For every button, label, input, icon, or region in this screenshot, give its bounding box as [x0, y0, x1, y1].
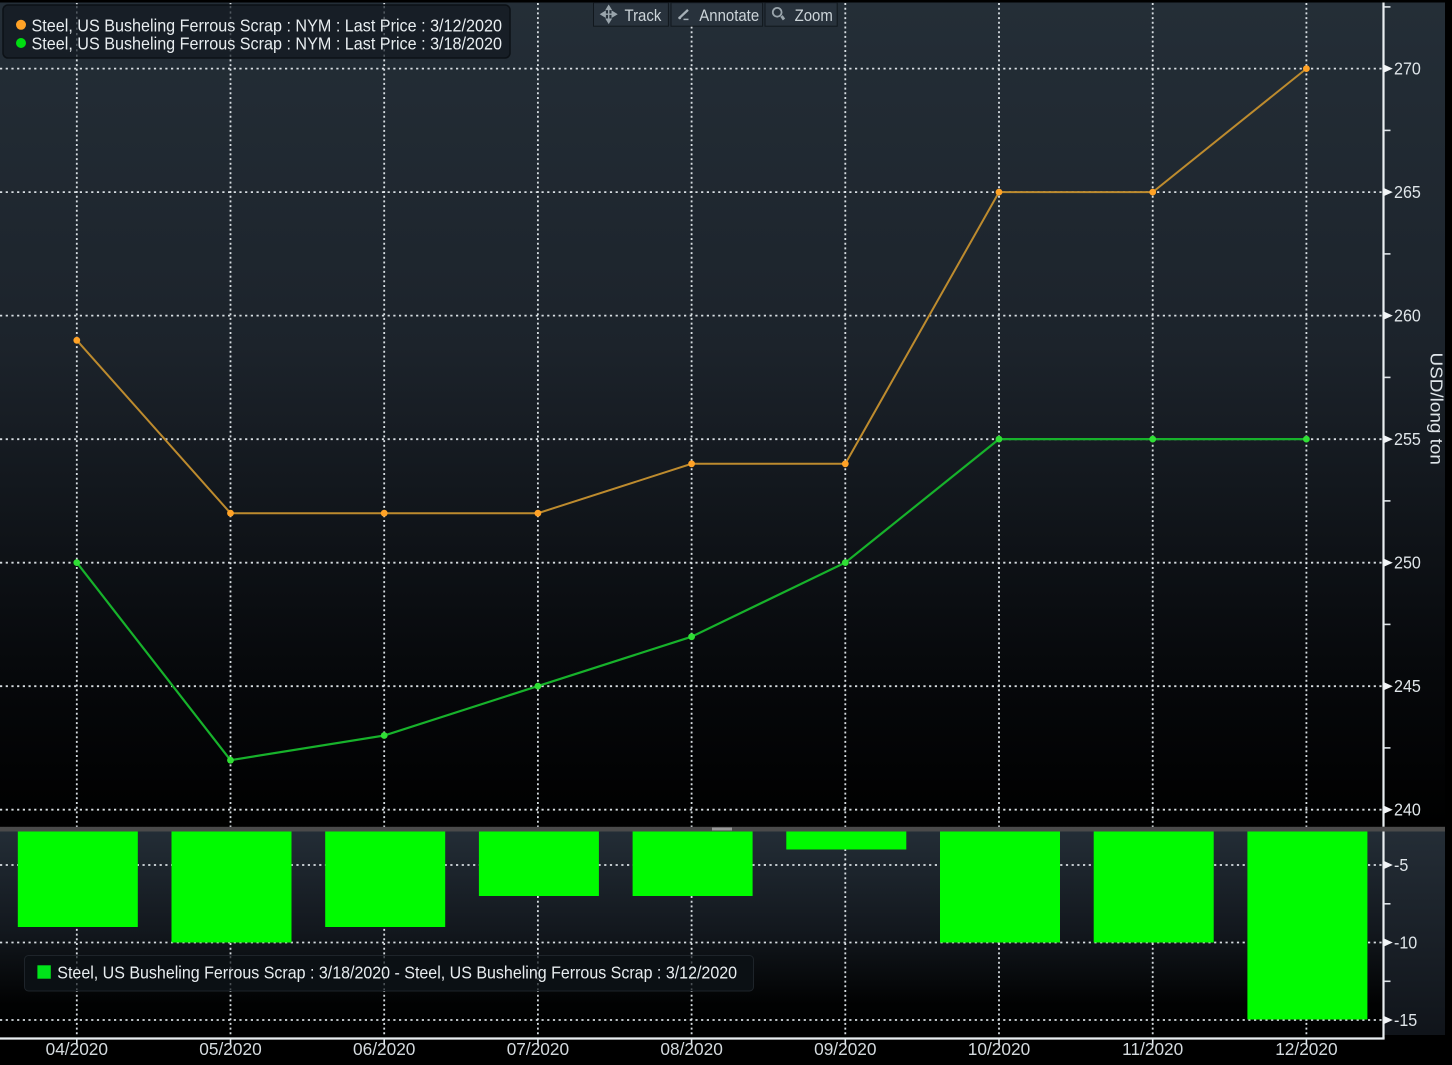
svg-text:Zoom: Zoom	[795, 7, 833, 25]
svg-text:-10: -10	[1394, 933, 1417, 953]
svg-text:260: 260	[1394, 306, 1421, 326]
svg-text:Annotate: Annotate	[699, 7, 759, 25]
svg-text:Track: Track	[625, 7, 663, 25]
svg-text:265: 265	[1394, 182, 1421, 202]
svg-text:10/2020: 10/2020	[968, 1039, 1031, 1059]
svg-text:07/2020: 07/2020	[507, 1039, 570, 1059]
svg-text:-5: -5	[1394, 855, 1408, 875]
svg-text:USD/long ton: USD/long ton	[1427, 353, 1446, 465]
svg-text:08/2020: 08/2020	[660, 1039, 723, 1059]
svg-text:255: 255	[1394, 430, 1421, 450]
svg-text:09/2020: 09/2020	[814, 1039, 877, 1059]
svg-text:06/2020: 06/2020	[353, 1039, 416, 1059]
svg-text:270: 270	[1394, 59, 1421, 79]
svg-text:Steel, US Busheling Ferrous Sc: Steel, US Busheling Ferrous Scrap : NYM …	[32, 34, 502, 54]
svg-text:-15: -15	[1394, 1010, 1417, 1030]
svg-text:240: 240	[1394, 800, 1421, 820]
svg-text:11/2020: 11/2020	[1122, 1039, 1183, 1059]
svg-text:Steel, US Busheling Ferrous Sc: Steel, US Busheling Ferrous Scrap : NYM …	[32, 16, 502, 36]
svg-text:245: 245	[1394, 677, 1421, 697]
svg-text:05/2020: 05/2020	[199, 1039, 262, 1059]
svg-text:04/2020: 04/2020	[46, 1039, 109, 1059]
svg-text:12/2020: 12/2020	[1275, 1039, 1338, 1059]
svg-text:Steel, US Busheling Ferrous Sc: Steel, US Busheling Ferrous Scrap : 3/18…	[57, 963, 737, 983]
svg-text:250: 250	[1394, 553, 1421, 573]
